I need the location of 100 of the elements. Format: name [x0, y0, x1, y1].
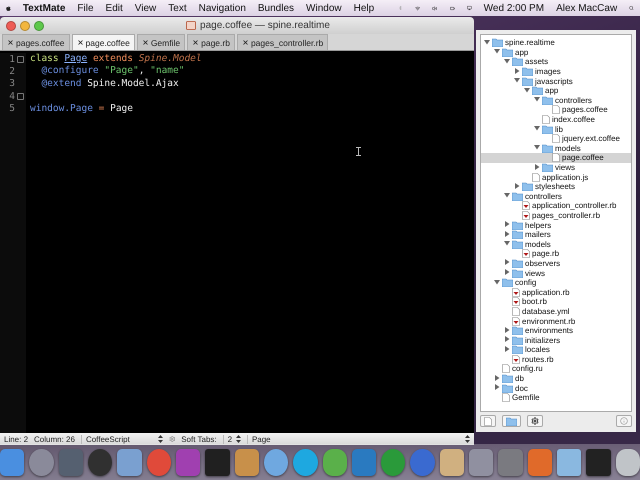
tree-item[interactable]: boot.rb [481, 297, 631, 307]
close-icon[interactable] [192, 39, 200, 46]
tree-item[interactable]: database.yml [481, 306, 631, 316]
tree-item[interactable]: initializers [481, 335, 631, 345]
tree-item[interactable]: application.js [481, 172, 631, 182]
zoom-button[interactable] [34, 20, 44, 30]
app-icon[interactable] [205, 448, 230, 476]
fold-marker-icon[interactable] [17, 56, 24, 63]
app-icon[interactable] [117, 448, 142, 476]
tree-item[interactable]: page.coffee [481, 153, 631, 163]
close-button[interactable] [6, 20, 16, 30]
document-icon [532, 172, 540, 182]
info-button[interactable] [616, 415, 632, 427]
tree-item[interactable]: models [481, 239, 631, 250]
settings-button[interactable] [527, 415, 543, 427]
up-down-arrows-icon [236, 435, 241, 443]
tree-item[interactable]: models [481, 144, 631, 154]
tree-item[interactable]: db [481, 374, 631, 384]
soft-tabs-label: Soft Tabs: [181, 434, 217, 444]
new-folder-button[interactable] [502, 415, 521, 427]
minimize-button[interactable] [20, 20, 30, 30]
app-icon[interactable] [586, 448, 611, 476]
fold-marker-icon[interactable] [17, 92, 24, 100]
tree-item[interactable]: app [481, 48, 631, 58]
tree-item[interactable]: observers [481, 258, 631, 268]
folder-icon [492, 38, 503, 48]
tree-item[interactable]: environments [481, 326, 631, 336]
menu-item[interactable]: Help [354, 2, 374, 14]
display-icon[interactable] [466, 3, 472, 13]
app-icon[interactable] [557, 448, 582, 476]
tree-item[interactable]: app [481, 86, 631, 96]
document-icon [484, 416, 492, 426]
tree-item[interactable]: spine.realtime [481, 38, 631, 48]
tree-item[interactable]: Gemfile [481, 392, 631, 403]
tree-item[interactable]: pages_controller.rb [481, 210, 631, 220]
file-tab[interactable]: Gemfile [136, 34, 186, 50]
app-icon[interactable] [440, 448, 464, 476]
file-tab[interactable]: pages.coffee [2, 34, 70, 50]
close-icon[interactable] [76, 39, 84, 46]
tree-item[interactable]: views [481, 162, 631, 172]
tree-item[interactable]: lib [481, 124, 631, 134]
tree-item[interactable]: application.rb [481, 287, 631, 298]
folder-icon [502, 278, 513, 288]
menu-item[interactable]: Bundles [258, 2, 294, 14]
menu-item[interactable]: Text [168, 2, 187, 14]
symbol-popup[interactable]: Page [246, 434, 470, 444]
file-tab[interactable]: page.coffee [72, 34, 135, 50]
app-icon[interactable] [88, 448, 112, 476]
tree-item[interactable]: environment.rb [481, 316, 631, 326]
folder-icon [522, 76, 533, 86]
tree-item[interactable]: page.rb [481, 249, 631, 259]
tree-item[interactable]: assets [481, 57, 631, 67]
menu-item[interactable]: File [77, 2, 94, 14]
tree-item[interactable]: pages.coffee [481, 105, 631, 115]
tree-item[interactable]: controllers [481, 192, 631, 202]
folder-icon [502, 384, 513, 393]
menu-item[interactable]: Navigation [198, 2, 246, 14]
user-name[interactable]: Alex MacCaw [556, 2, 618, 14]
folder-icon [542, 96, 553, 105]
file-tab[interactable]: pages_controller.rb [236, 34, 328, 50]
tab-size-popup[interactable]: 2 [222, 434, 241, 444]
ruby-file-icon [512, 354, 520, 364]
app-menu[interactable]: TextMate [22, 2, 66, 14]
app-icon[interactable] [264, 448, 288, 476]
tree-item[interactable]: mailers [481, 230, 631, 240]
tree-item[interactable]: jquery.ext.coffee [481, 134, 631, 144]
tree-item[interactable]: routes.rb [481, 354, 631, 364]
tree-item[interactable]: stylesheets [481, 182, 631, 192]
disclosure-triangle-icon[interactable] [534, 164, 540, 170]
tree-item[interactable]: helpers [481, 220, 631, 230]
folder-icon [512, 268, 523, 278]
disclosure-triangle-icon[interactable] [534, 125, 540, 132]
code-line: @configure "Page", "name" [40, 65, 186, 78]
clock[interactable]: Wed 2:00 PM [484, 2, 544, 14]
disclosure-triangle-icon[interactable] [534, 144, 540, 150]
tree-item[interactable]: views [481, 268, 631, 278]
menu-item[interactable]: Window [306, 2, 342, 14]
file-tab[interactable]: page.rb [187, 34, 235, 50]
close-icon[interactable] [7, 39, 14, 46]
gear-icon [531, 417, 539, 425]
folder-icon [512, 345, 523, 354]
settings-icon[interactable] [168, 435, 176, 443]
tree-item[interactable]: application_controller.rb [481, 201, 631, 211]
language-popup[interactable]: CoffeeScript [80, 434, 163, 444]
up-down-arrows-icon [158, 435, 163, 443]
tree-item[interactable]: javascripts [481, 76, 631, 86]
app-icon[interactable] [616, 448, 640, 476]
tree-item[interactable]: config [481, 278, 631, 288]
close-icon[interactable] [142, 39, 149, 46]
tree-item[interactable]: images [481, 66, 631, 76]
tree-item[interactable]: config.ru [481, 364, 631, 374]
tree-item[interactable]: doc [481, 383, 631, 393]
tree-item[interactable]: index.coffee [481, 114, 631, 124]
menu-item[interactable]: View [134, 2, 156, 14]
menu-item[interactable]: Edit [106, 2, 123, 14]
tree-item[interactable]: controllers [481, 96, 631, 106]
tree-item[interactable]: locales [481, 345, 631, 355]
close-icon[interactable] [242, 39, 249, 46]
window-title: page.coffee — spine.realtime [200, 20, 330, 31]
document-icon [502, 364, 510, 374]
